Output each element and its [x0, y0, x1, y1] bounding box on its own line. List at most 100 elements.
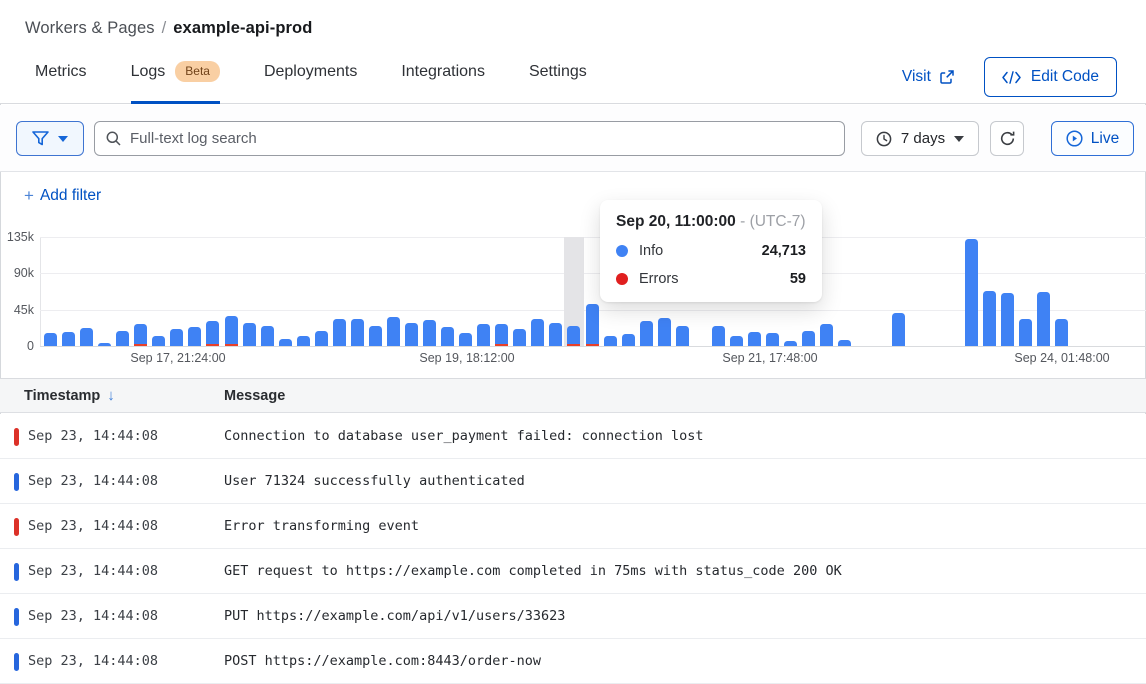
live-button[interactable]: Live: [1051, 121, 1134, 156]
sort-desc-icon: ↓: [107, 387, 115, 404]
chart-bar[interactable]: [802, 331, 815, 346]
chart-bar[interactable]: [820, 324, 833, 346]
chart-bar[interactable]: [1037, 292, 1050, 346]
y-axis-tick-label: 90k: [0, 266, 34, 280]
chevron-down-icon: [954, 136, 964, 142]
table-row[interactable]: Sep 23, 14:44:08 GET request to https://…: [0, 549, 1146, 594]
bar-info-segment: [387, 317, 400, 346]
chart-bar[interactable]: [44, 333, 57, 346]
tab-logs[interactable]: Logs Beta: [131, 61, 220, 104]
bar-errors-segment: [495, 344, 508, 346]
table-row[interactable]: Sep 23, 14:44:08 PUT https://example.com…: [0, 594, 1146, 639]
search-input[interactable]: [130, 130, 833, 147]
chart-bar[interactable]: [297, 336, 310, 346]
table-row[interactable]: Sep 23, 14:44:08 User 71324 successfully…: [0, 459, 1146, 504]
log-timestamp: Sep 23, 14:44:08: [28, 459, 158, 504]
tooltip-timezone: (UTC-7): [750, 213, 806, 230]
chart-bar[interactable]: [549, 323, 562, 346]
tooltip-errors-value: 59: [790, 271, 806, 287]
breadcrumb: Workers & Pages/example-api-prod: [25, 19, 312, 38]
chart-bar[interactable]: [80, 328, 93, 346]
chart-bar[interactable]: [622, 334, 635, 346]
time-range-label: 7 days: [901, 130, 945, 147]
chart-bar[interactable]: [405, 323, 418, 346]
chart-bar[interactable]: [965, 239, 978, 346]
filter-menu-button[interactable]: [16, 121, 84, 156]
chart-bar[interactable]: [116, 331, 129, 346]
chart-bar[interactable]: [315, 331, 328, 346]
chart-bar[interactable]: [513, 329, 526, 346]
refresh-button[interactable]: [990, 121, 1024, 156]
table-row[interactable]: Sep 23, 14:44:08 Error transforming even…: [0, 504, 1146, 549]
chart-bar[interactable]: [495, 324, 508, 346]
chart-bar[interactable]: [279, 339, 292, 346]
chart-bar[interactable]: [206, 321, 219, 346]
chart-bar[interactable]: [188, 327, 201, 346]
table-row[interactable]: Sep 23, 14:44:08 Connection to database …: [0, 414, 1146, 459]
chart-bar[interactable]: [1019, 319, 1032, 346]
errors-dot-icon: [616, 273, 628, 285]
chart-bar[interactable]: [766, 333, 779, 346]
severity-indicator: [14, 653, 19, 671]
chart-bar[interactable]: [351, 319, 364, 346]
tab-deployments[interactable]: Deployments: [264, 61, 357, 104]
chart-bar[interactable]: [243, 323, 256, 346]
column-header-timestamp[interactable]: Timestamp ↓: [24, 379, 115, 413]
chart-bar[interactable]: [170, 329, 183, 346]
chart-bar[interactable]: [98, 343, 111, 346]
chart-bar[interactable]: [152, 336, 165, 346]
chart-bar[interactable]: [261, 326, 274, 346]
chart-bar[interactable]: [640, 321, 653, 346]
bar-info-segment: [784, 341, 797, 346]
chart-bar[interactable]: [62, 332, 75, 346]
beta-badge: Beta: [175, 61, 220, 82]
bar-info-segment: [351, 319, 364, 346]
chart-bar[interactable]: [531, 319, 544, 346]
chart-bar[interactable]: [838, 340, 851, 346]
search-icon: [106, 131, 121, 146]
chart-bar[interactable]: [333, 319, 346, 346]
chart-bar[interactable]: [983, 291, 996, 346]
chart-bar[interactable]: [730, 336, 743, 346]
chart-bar[interactable]: [892, 313, 905, 346]
visit-link[interactable]: Visit: [902, 68, 954, 86]
chart-bar[interactable]: [658, 318, 671, 346]
chart-bar[interactable]: [134, 324, 147, 346]
bar-info-segment: [225, 316, 238, 344]
tab-integrations[interactable]: Integrations: [401, 61, 485, 104]
message-column-label: Message: [224, 388, 285, 404]
chart-bar[interactable]: [369, 326, 382, 346]
edit-code-button[interactable]: Edit Code: [984, 57, 1117, 97]
chart-bar[interactable]: [441, 327, 454, 346]
chart-bar[interactable]: [784, 341, 797, 346]
chart-bar[interactable]: [567, 326, 580, 346]
add-filter-button[interactable]: + Add filter: [24, 186, 101, 206]
bar-info-segment: [297, 336, 310, 346]
tooltip-info-row: Info 24,713: [616, 243, 806, 259]
timestamp-column-label: Timestamp: [24, 388, 100, 404]
chart-bar[interactable]: [1001, 293, 1014, 346]
chart-bar[interactable]: [423, 320, 436, 346]
x-axis-tick-label: Sep 24, 01:48:00: [1014, 351, 1109, 365]
search-box[interactable]: [94, 121, 845, 156]
tab-settings[interactable]: Settings: [529, 61, 587, 104]
chart-bar[interactable]: [748, 332, 761, 346]
tab-metrics[interactable]: Metrics: [35, 61, 87, 104]
log-message: Connection to database user_payment fail…: [224, 414, 704, 459]
chart-bar[interactable]: [712, 326, 725, 346]
chart-bar[interactable]: [676, 326, 689, 346]
table-row[interactable]: Sep 23, 14:44:08 POST https://example.co…: [0, 639, 1146, 684]
x-axis-tick-label: Sep 17, 21:24:00: [130, 351, 225, 365]
chart-bar[interactable]: [1055, 319, 1068, 346]
chart-bar[interactable]: [477, 324, 490, 346]
clock-icon: [876, 131, 892, 147]
time-range-dropdown[interactable]: 7 days: [861, 121, 979, 156]
breadcrumb-root[interactable]: Workers & Pages: [25, 19, 155, 37]
chart-bar[interactable]: [604, 336, 617, 346]
chart-bar[interactable]: [459, 333, 472, 346]
chart-bar[interactable]: [586, 304, 599, 346]
chart-bar[interactable]: [387, 317, 400, 346]
column-header-message[interactable]: Message: [224, 379, 285, 413]
chart-bar[interactable]: [225, 316, 238, 346]
log-message: PUT https://example.com/api/v1/users/336…: [224, 594, 565, 639]
